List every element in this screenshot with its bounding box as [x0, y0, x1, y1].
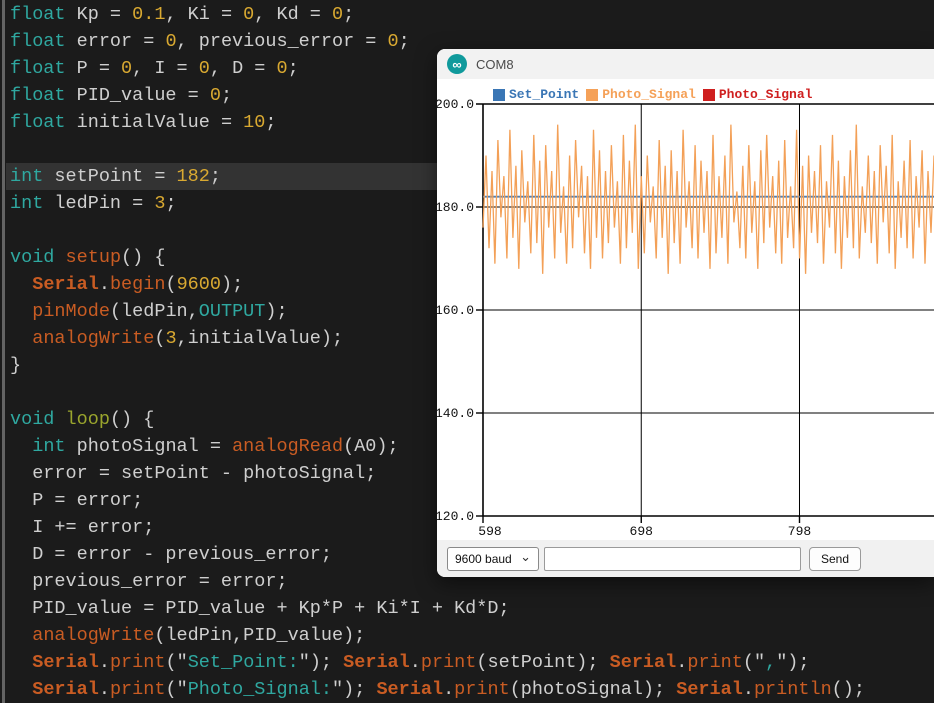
y-tick-label: 140.0	[437, 406, 474, 421]
screen: { "editor": { "colors": { "background": …	[0, 0, 934, 703]
photo-signal-line	[482, 124, 934, 274]
plot-legend: Set_Point Photo_Signal Photo_Signal	[493, 87, 819, 102]
serial-send-input[interactable]	[544, 547, 801, 571]
plotter-titlebar[interactable]: ∞ COM8	[437, 49, 934, 79]
chevron-down-icon: ⌄	[520, 549, 531, 564]
serial-plotter-window: ∞ COM8 200.0 180.0 160.0 140.0 120.0 598 698 79…	[437, 49, 934, 577]
baud-rate-select[interactable]: 9600 baud ⌄	[447, 547, 539, 571]
x-tick-label: 598	[478, 524, 501, 539]
baud-rate-value: 9600 baud	[455, 552, 512, 566]
code-line: float Kp = 0.1, Ki = 0, Kd = 0;	[10, 4, 355, 25]
x-tick-label: 798	[788, 524, 811, 539]
legend-entry: Set_Point	[493, 87, 579, 102]
plot-area: 200.0 180.0 160.0 140.0 120.0 598 698 798 Set_P…	[437, 79, 934, 540]
x-tick-label: 698	[630, 524, 653, 539]
code-line: PID_value = PID_value + Kp*P + Ki*I + Kd…	[10, 598, 510, 619]
plotter-controls: 9600 baud ⌄ Send	[437, 540, 934, 577]
legend-label: Photo_Signal	[602, 87, 696, 102]
legend-swatch-icon	[586, 88, 599, 101]
legend-swatch-icon	[493, 88, 505, 101]
code-line: Serial.print("Set_Point:"); Serial.print…	[32, 652, 810, 673]
y-tick-label: 200.0	[437, 97, 474, 112]
legend-entry: Photo_Signal	[586, 87, 696, 102]
window-title: COM8	[476, 56, 514, 72]
code-line: Serial.print("Photo_Signal:"); Serial.pr…	[32, 679, 865, 700]
legend-swatch-icon	[702, 88, 715, 101]
code-line: analogWrite(ledPin,PID_value);	[32, 625, 366, 646]
legend-label: Set_Point	[509, 87, 580, 102]
y-tick-label: 180.0	[437, 200, 474, 215]
legend-label: Photo_Signal	[718, 87, 813, 102]
arduino-icon: ∞	[447, 54, 467, 74]
send-button[interactable]: Send	[809, 547, 861, 571]
plot-canvas: 200.0 180.0 160.0 140.0 120.0 598 698 798	[437, 97, 934, 539]
y-tick-label: 160.0	[437, 303, 474, 318]
legend-entry: Photo_Signal	[702, 87, 813, 102]
y-tick-label: 120.0	[437, 509, 474, 524]
